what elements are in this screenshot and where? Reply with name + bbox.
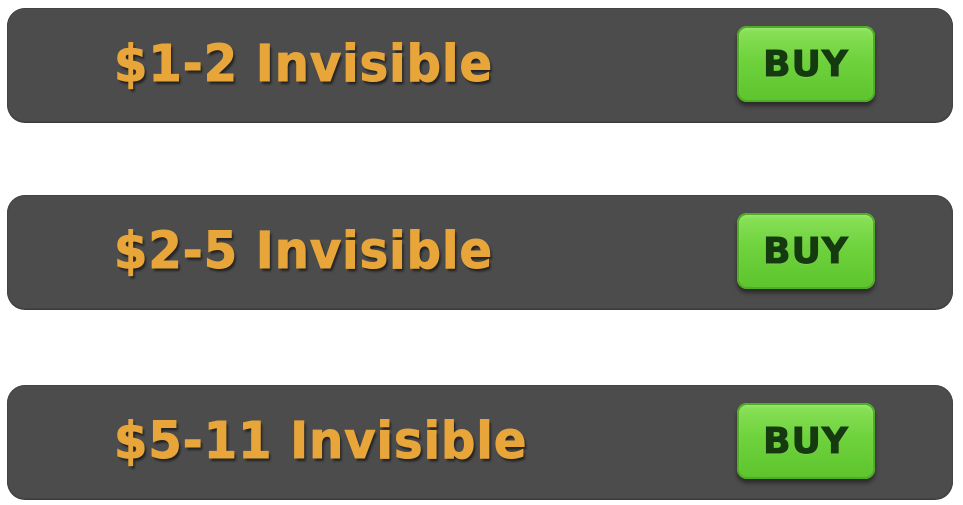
offer-row-1: $1-2 Invisible BUY [7, 8, 953, 122]
buy-button-label: BUY [763, 230, 849, 272]
buy-button[interactable]: BUY [737, 26, 875, 102]
offer-title: $5-11 Invisible [113, 411, 528, 471]
buy-button-label: BUY [763, 420, 849, 462]
offer-row-2: $2-5 Invisible BUY [7, 195, 953, 309]
buy-button[interactable]: BUY [737, 403, 875, 479]
offer-row-3: $5-11 Invisible BUY [7, 385, 953, 499]
buy-button[interactable]: BUY [737, 213, 875, 289]
buy-button-label: BUY [763, 43, 849, 85]
offer-title: $2-5 Invisible [114, 221, 493, 281]
offer-title: $1-2 Invisible [114, 34, 493, 94]
